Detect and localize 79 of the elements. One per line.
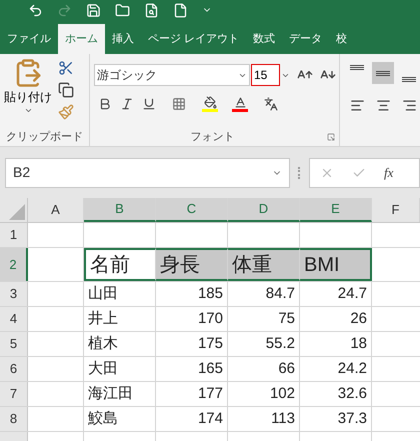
table-cell[interactable]: 24.2 [300, 357, 372, 381]
ribbon-tab[interactable]: 挿入 [105, 24, 141, 54]
row-header[interactable]: 5 [0, 332, 28, 356]
ribbon-tab[interactable]: 数式 [246, 24, 282, 54]
table-cell[interactable]: 植木 [84, 332, 156, 356]
folder-icon[interactable] [115, 2, 130, 18]
table-cell[interactable]: 102 [228, 382, 300, 406]
save-icon[interactable] [86, 2, 101, 18]
table-cell[interactable]: 113 [228, 407, 300, 431]
row-header[interactable]: 8 [0, 407, 28, 431]
table-cell[interactable]: 26 [300, 307, 372, 331]
caret-icon [24, 106, 32, 115]
row-header[interactable]: 6 [0, 357, 28, 381]
table-cell[interactable]: 24.7 [300, 282, 372, 306]
column-header[interactable]: D [228, 198, 300, 222]
row-header[interactable]: 7 [0, 382, 28, 406]
table-cell[interactable]: 井上 [84, 307, 156, 331]
header-cell[interactable]: 身長 [156, 248, 228, 281]
header-cell[interactable]: 体重 [228, 248, 300, 281]
column-header[interactable]: B [84, 198, 156, 222]
font-color-button[interactable] [232, 96, 248, 112]
row-header[interactable]: 3 [0, 282, 28, 306]
table-cell[interactable]: 大田 [84, 357, 156, 381]
ribbon-tab[interactable]: ファイル [0, 24, 58, 54]
print-preview-icon[interactable] [144, 2, 159, 18]
table-cell[interactable]: 75 [228, 307, 300, 331]
table-cell[interactable]: 鮫島 [84, 407, 156, 431]
align-right-icon [402, 98, 416, 112]
underline-icon[interactable] [142, 97, 156, 111]
align-lines-icon [376, 70, 390, 76]
table-cell[interactable]: 177 [156, 382, 228, 406]
bold-icon[interactable] [98, 97, 112, 111]
italic-icon[interactable] [120, 97, 134, 111]
table-cell[interactable]: 175 [156, 332, 228, 356]
dialog-launcher-icon[interactable] [327, 133, 335, 141]
table-cell[interactable]: 海江田 [84, 382, 156, 406]
scissors-icon[interactable] [58, 60, 74, 76]
formula-bar[interactable]: fx [309, 158, 420, 188]
table-cell[interactable]: 174 [156, 407, 228, 431]
fill-color-button[interactable] [202, 96, 218, 112]
row-header[interactable]: 1 [0, 223, 28, 247]
table-cell[interactable]: 37.3 [300, 407, 372, 431]
paste-button[interactable]: 貼り付け [4, 58, 52, 128]
align-center-icon [376, 98, 390, 112]
align-middle-button[interactable] [372, 62, 394, 84]
column-header[interactable]: E [300, 198, 372, 222]
table-cell[interactable]: 山田 [84, 282, 156, 306]
new-document-icon[interactable] [173, 2, 188, 18]
phonetic-icon[interactable] [264, 97, 278, 111]
insert-function-button[interactable]: fx [384, 162, 394, 182]
table-cell[interactable]: 165 [156, 357, 228, 381]
table-cell[interactable]: 32.6 [300, 382, 372, 406]
row-header[interactable]: 4 [0, 307, 28, 331]
undo-icon[interactable] [28, 2, 43, 18]
align-left-icon [350, 98, 364, 112]
table-cell[interactable]: 66 [228, 357, 300, 381]
font-name-field[interactable]: 游ゴシック [94, 64, 250, 86]
row-header[interactable]: 2 [0, 248, 28, 281]
font-size-field[interactable]: 15 [251, 64, 280, 86]
table-cell[interactable]: 55.2 [228, 332, 300, 356]
align-lines-icon [350, 64, 364, 70]
ribbon-tab[interactable]: ホーム [58, 24, 105, 54]
column-header[interactable]: F [372, 198, 420, 222]
group-label: クリップボード [6, 130, 83, 145]
borders-icon[interactable] [172, 97, 186, 111]
ribbon-tab[interactable]: 校 [329, 24, 354, 54]
column-header[interactable]: C [156, 198, 228, 222]
copy-icon[interactable] [58, 82, 74, 98]
table-cell[interactable]: 185 [156, 282, 228, 306]
header-cell[interactable]: 名前 [84, 248, 156, 281]
name-box[interactable]: B2 [5, 158, 290, 188]
table-cell[interactable]: 170 [156, 307, 228, 331]
header-cell[interactable]: BMI [300, 248, 372, 281]
table-cell[interactable]: 84.7 [228, 282, 300, 306]
table-cell[interactable]: 18 [300, 332, 372, 356]
ribbon-tab[interactable]: データ [282, 24, 330, 54]
ribbon-tab[interactable]: ページ レイアウト [141, 24, 246, 54]
group-label: フォント [190, 130, 234, 145]
align-lines-icon [402, 76, 416, 82]
